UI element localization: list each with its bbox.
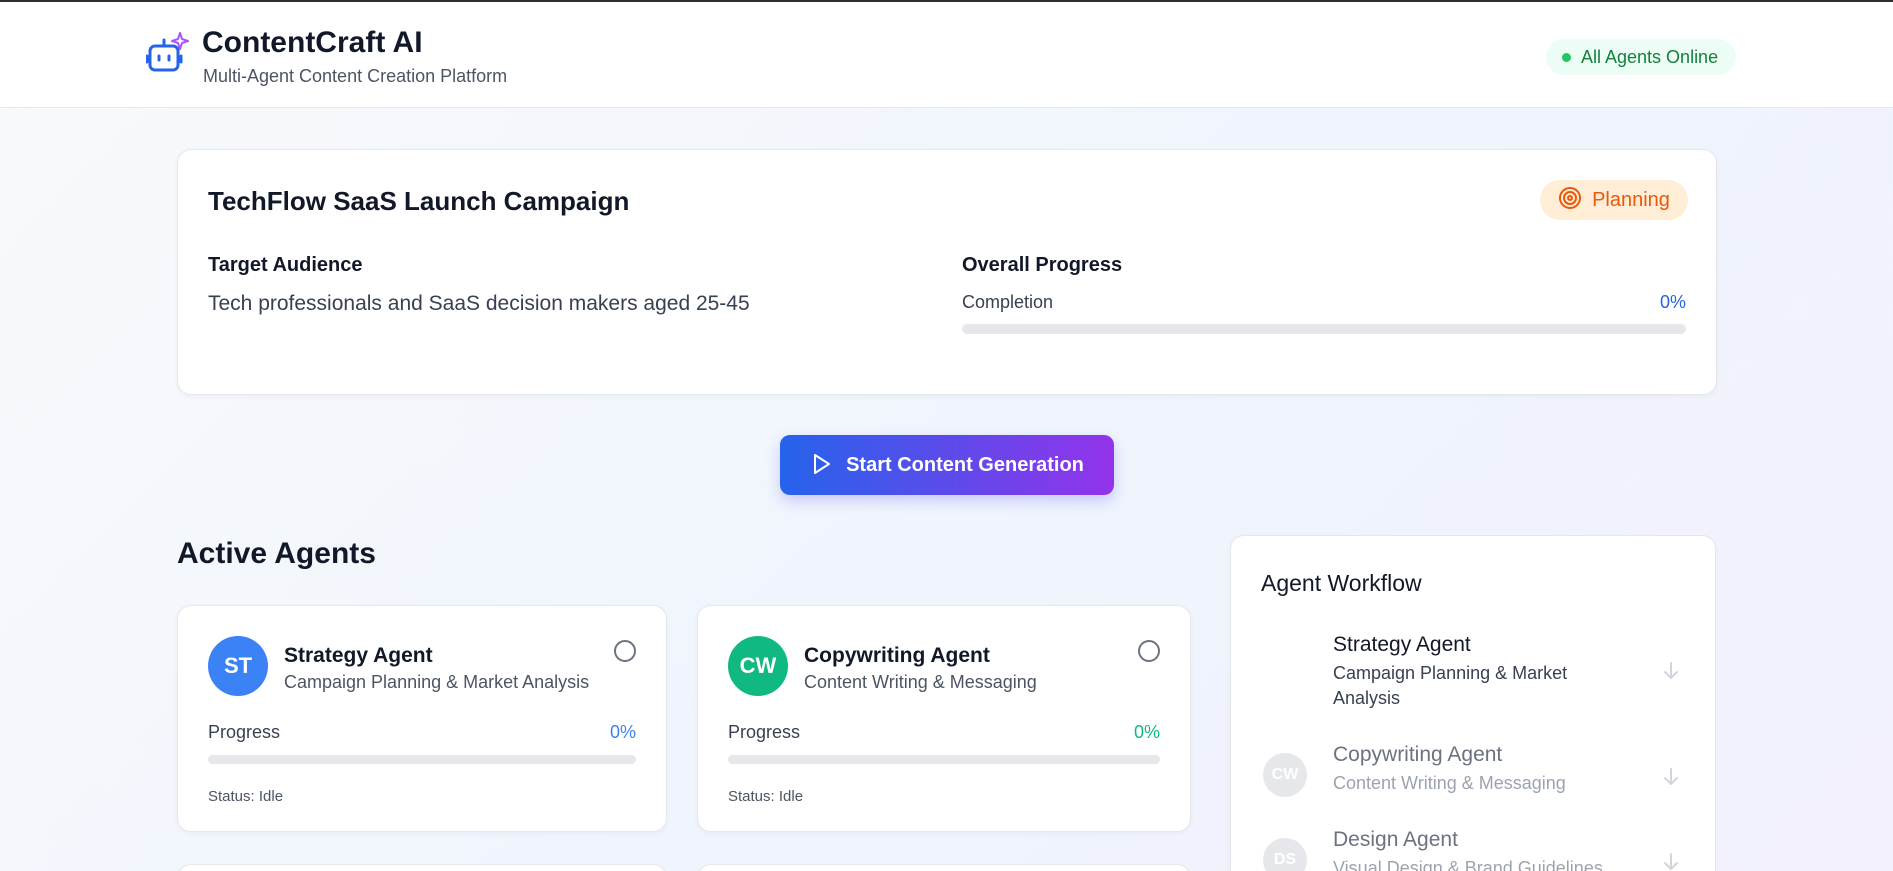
start-content-generation-button[interactable]: Start Content Generation <box>780 435 1114 495</box>
agent-progress-value: 0% <box>609 722 636 742</box>
completion-value: 0% <box>1659 292 1686 312</box>
agent-card-partial <box>697 864 1191 871</box>
agent-workflow-panel: Agent Workflow Strategy Agent Campaign P… <box>1230 535 1716 871</box>
campaign-title: TechFlow SaaS Launch Campaign <box>208 186 630 216</box>
app-title: ContentCraft AI <box>202 26 423 59</box>
agent-role: Campaign Planning & Market Analysis <box>284 672 590 692</box>
agent-progress-label: Progress <box>728 722 801 742</box>
agent-role: Content Writing & Messaging <box>804 672 1037 692</box>
avatar: DS <box>1263 838 1307 871</box>
agent-card-strategy[interactable]: ST Strategy Agent Campaign Planning & Ma… <box>177 605 667 832</box>
arrow-down-icon <box>1661 661 1681 681</box>
workflow-step-design[interactable]: DS Design Agent Visual Design & Brand Gu… <box>1261 828 1687 871</box>
agent-card-partial <box>177 864 667 871</box>
agent-select-radio[interactable] <box>614 640 636 662</box>
overall-progress-bar <box>962 324 1686 334</box>
workflow-title: Agent Workflow <box>1261 570 1422 596</box>
workflow-step-desc: Campaign Planning & Market Analysis <box>1333 663 1568 708</box>
agent-progress-label: Progress <box>208 722 281 742</box>
agents-status-badge: All Agents Online <box>1546 39 1737 75</box>
target-icon <box>1558 186 1582 215</box>
app-header: ContentCraft AI Multi-Agent Content Crea… <box>0 2 1893 108</box>
active-agents-heading: Active Agents <box>177 537 376 570</box>
agent-status: Status: Idle <box>208 788 284 805</box>
agent-name: Copywriting Agent <box>804 644 990 667</box>
agent-progress-value: 0% <box>1133 722 1160 742</box>
completion-label: Completion <box>962 292 1054 312</box>
overall-progress-heading: Overall Progress <box>962 254 1123 276</box>
workflow-step-strategy[interactable]: Strategy Agent Campaign Planning & Marke… <box>1261 633 1687 723</box>
avatar: CW <box>1263 753 1307 797</box>
agent-status: Status: Idle <box>728 788 804 805</box>
workflow-step-name: Design Agent <box>1333 828 1458 851</box>
online-dot-icon <box>1562 52 1571 62</box>
agent-progress-bar <box>728 755 1160 764</box>
agent-card-copywriting[interactable]: CW Copywriting Agent Content Writing & M… <box>697 605 1191 832</box>
agents-status-text: All Agents Online <box>1581 46 1719 67</box>
phase-badge: Planning <box>1540 180 1688 220</box>
arrow-down-icon <box>1661 767 1681 787</box>
phase-label: Planning <box>1592 188 1670 211</box>
workflow-step-desc: Content Writing & Messaging <box>1333 773 1566 793</box>
workflow-step-name: Strategy Agent <box>1333 633 1471 656</box>
agent-select-radio[interactable] <box>1138 640 1160 662</box>
workflow-step-name: Copywriting Agent <box>1333 743 1503 766</box>
agent-name: Strategy Agent <box>284 644 433 667</box>
audience-heading: Target Audience <box>208 254 363 276</box>
agent-progress-bar <box>208 755 636 764</box>
bot-sparkle-icon <box>145 32 192 76</box>
start-button-label: Start Content Generation <box>846 453 1084 476</box>
audience-text: Tech professionals and SaaS decision mak… <box>208 292 750 315</box>
play-icon <box>810 453 832 478</box>
avatar: CW <box>728 636 788 696</box>
workflow-step-desc: Visual Design & Brand Guidelines <box>1333 858 1603 871</box>
workflow-step-copywriting[interactable]: CW Copywriting Agent Content Writing & M… <box>1261 743 1687 813</box>
arrow-down-icon <box>1661 852 1681 871</box>
avatar: ST <box>208 636 268 696</box>
app-subtitle: Multi-Agent Content Creation Platform <box>203 66 508 86</box>
campaign-card: TechFlow SaaS Launch Campaign Planning T… <box>177 149 1717 395</box>
